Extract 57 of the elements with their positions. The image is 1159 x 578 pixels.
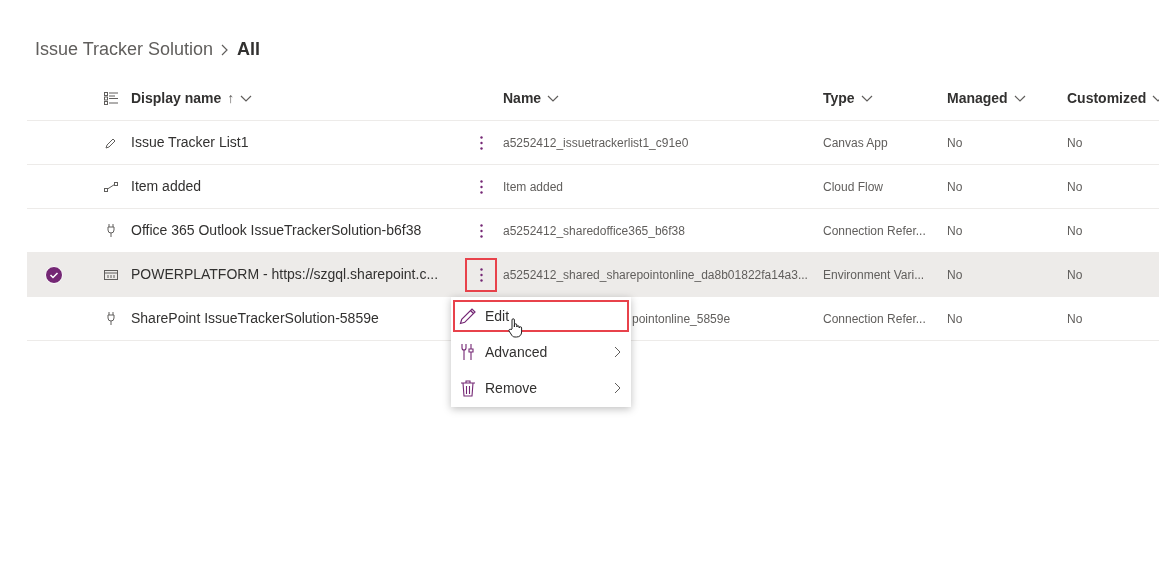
table-cell: Canvas App <box>823 135 888 150</box>
display-name[interactable]: Office 365 Outlook IssueTrackerSolution-b6f38 <box>131 220 422 241</box>
check-circle-icon[interactable] <box>44 265 63 284</box>
table-cell: Environment Vari... <box>823 267 925 282</box>
display-name[interactable]: POWERPLATFORM - https://szgql.sharepoint.c... <box>131 264 439 285</box>
table-cell: a5252412_issuetrackerlist1_c91e0 <box>503 135 689 150</box>
table-cell: a5252412_shared_sharepointonline_da8b01822fa14a3... <box>503 267 808 282</box>
breadcrumb-item[interactable]: All <box>237 36 261 63</box>
table-cell: pointonline_5859e <box>632 311 731 326</box>
table-row[interactable]: POWERPLATFORM - https://szgql.sharepoint.c... a5252412_shared_sharepointonline_da8b01822fa14a3... Environment Vari... No No <box>27 253 1159 297</box>
pencil-icon <box>459 307 477 325</box>
table-cell: Connection Refer... <box>823 311 926 326</box>
table-icon <box>103 269 118 280</box>
table-cell: No <box>947 135 963 150</box>
plug-icon <box>106 312 115 325</box>
column-header[interactable]: Type <box>823 88 873 109</box>
table-cell: No <box>1067 179 1083 194</box>
chevron-right-icon <box>221 43 230 56</box>
table-cell: Item added <box>503 179 564 194</box>
table-cell: No <box>1067 223 1083 238</box>
more-icon <box>479 267 483 282</box>
table-cell: No <box>1067 311 1083 326</box>
breadcrumb-item[interactable]: Issue Tracker Solution <box>35 36 214 63</box>
plug-icon <box>106 224 115 237</box>
more-icon <box>479 223 483 238</box>
display-name[interactable]: Item added <box>131 176 202 197</box>
flow-icon <box>103 181 118 192</box>
hand-cursor-icon <box>508 318 524 338</box>
tools-icon <box>461 343 475 361</box>
chevron-down-icon <box>547 94 560 103</box>
table-cell: Connection Refer... <box>823 223 926 238</box>
chevron-down-icon <box>860 94 873 103</box>
chevron-down-icon <box>240 94 253 103</box>
menu-item[interactable]: Edit <box>451 298 631 334</box>
table-cell: No <box>947 311 963 326</box>
list-icon[interactable] <box>103 92 118 105</box>
table-cell: a5252412_sharedoffice365_b6f38 <box>503 223 685 238</box>
table-cell: No <box>947 223 963 238</box>
chevron-down-icon <box>1013 94 1026 103</box>
table-cell: No <box>947 267 963 282</box>
more-button[interactable] <box>467 259 495 290</box>
column-header[interactable]: Customized <box>1067 88 1159 109</box>
more-icon <box>479 179 483 194</box>
pencil-icon <box>104 136 117 149</box>
menu-item[interactable]: Advanced <box>451 334 631 370</box>
trash-icon <box>461 379 475 397</box>
column-header[interactable]: Managed <box>947 88 1026 109</box>
column-header[interactable]: Display name ↑ <box>131 88 253 109</box>
column-header[interactable]: Name <box>503 88 560 109</box>
table-cell: No <box>947 179 963 194</box>
more-icon <box>479 135 483 150</box>
display-name[interactable]: Issue Tracker List1 <box>131 132 249 153</box>
table-cell: No <box>1067 267 1083 282</box>
display-name[interactable]: SharePoint IssueTrackerSolution-5859e <box>131 308 379 329</box>
table-cell: No <box>1067 135 1083 150</box>
table-cell: Cloud Flow <box>823 179 884 194</box>
menu-item[interactable]: Remove <box>451 370 631 406</box>
